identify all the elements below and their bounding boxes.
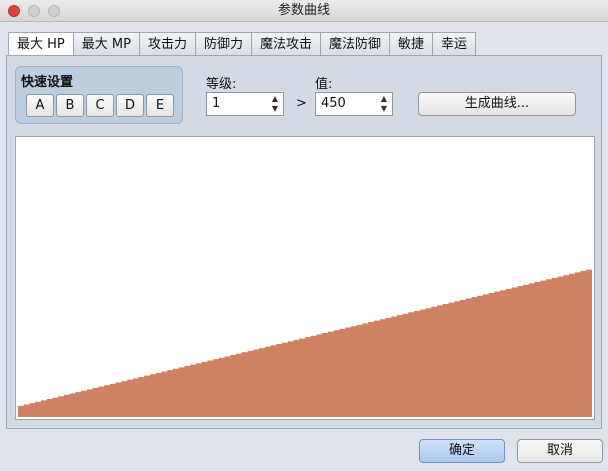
level-value: 1 — [212, 96, 221, 111]
tab-max-mp[interactable]: 最大 MP — [73, 32, 140, 56]
curve-canvas — [18, 269, 592, 417]
greater-than-sign: > — [296, 96, 307, 111]
level-stepper-arrows-icon[interactable]: ▲ ▼ — [270, 94, 280, 114]
tab-attack[interactable]: 攻击力 — [139, 32, 196, 56]
preset-d-button[interactable]: D — [116, 94, 144, 117]
title-bar: 参数曲线 — [0, 0, 608, 22]
tab-agility[interactable]: 敏捷 — [390, 32, 434, 56]
tab-defense[interactable]: 防御力 — [195, 32, 252, 56]
tab-magic-defense[interactable]: 魔法防御 — [321, 32, 391, 56]
quick-setup-title: 快速设置 — [21, 75, 74, 90]
value-stepper[interactable]: 450 ▲ ▼ — [315, 92, 393, 116]
quick-setup-group: 快速设置 A B C D E — [15, 66, 183, 124]
generate-curve-button[interactable]: 生成曲线... — [418, 92, 576, 116]
value-label: 值: — [315, 77, 333, 92]
window-title: 参数曲线 — [277, 3, 330, 18]
preset-a-button[interactable]: A — [26, 94, 54, 117]
preset-e-button[interactable]: E — [146, 94, 174, 117]
curve-graph[interactable] — [15, 136, 595, 420]
tab-luck[interactable]: 幸运 — [433, 32, 477, 56]
close-window-icon[interactable] — [8, 5, 20, 17]
quick-setup-buttons: A B C D E — [26, 94, 174, 117]
ok-button[interactable]: 确定 — [419, 439, 505, 463]
preset-c-button[interactable]: C — [86, 94, 114, 117]
zoom-window-icon[interactable] — [48, 5, 60, 17]
level-label: 等级: — [206, 77, 237, 92]
minimize-window-icon[interactable] — [28, 5, 40, 17]
value-value: 450 — [321, 96, 346, 111]
tab-max-hp[interactable]: 最大 HP — [8, 32, 74, 57]
value-stepper-arrows-icon[interactable]: ▲ ▼ — [379, 94, 389, 114]
preset-b-button[interactable]: B — [56, 94, 84, 117]
cancel-button[interactable]: 取消 — [517, 439, 603, 463]
level-stepper[interactable]: 1 ▲ ▼ — [206, 92, 284, 116]
tab-magic-attack[interactable]: 魔法攻击 — [251, 32, 321, 56]
curve-area — [18, 269, 592, 417]
tab-bar: 最大 HP 最大 MP 攻击力 防御力 魔法攻击 魔法防御 敏捷 幸运 — [8, 32, 477, 57]
tab-panel: 快速设置 A B C D E 等级: 1 ▲ ▼ > 值: 450 ▲ ▼ 生成曲线… — [6, 55, 602, 429]
